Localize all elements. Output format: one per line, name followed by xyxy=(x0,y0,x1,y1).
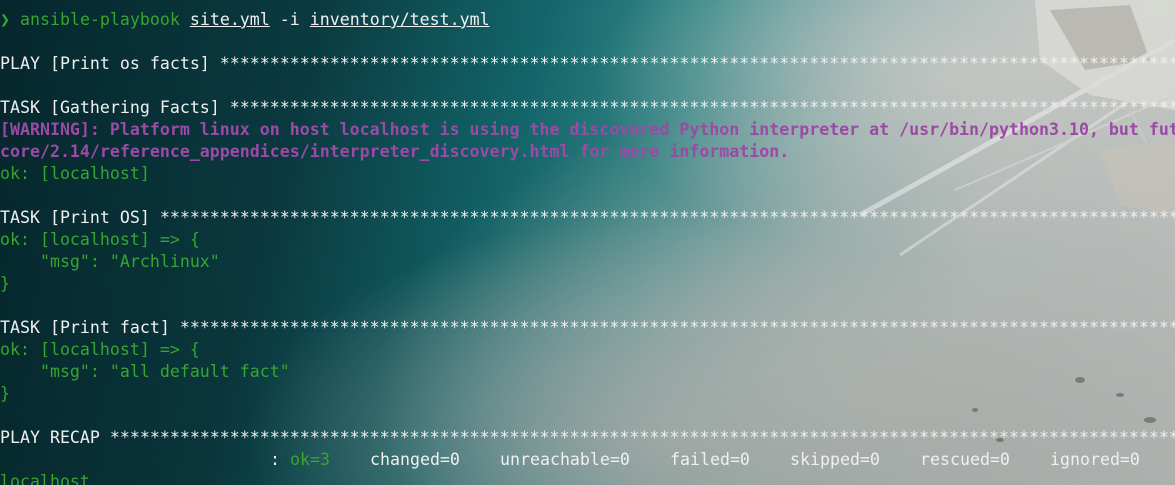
closing-brace-line: } xyxy=(0,274,10,293)
star-separator: ****************************************… xyxy=(179,318,1175,337)
closing-brace-line: } xyxy=(0,384,10,403)
warning-line: [WARNING]: Platform linux on host localh… xyxy=(0,120,1175,139)
warning-line-continued: core/2.14/reference_appendices/interpret… xyxy=(0,142,790,161)
recap-rescued-count: rescued=0 xyxy=(920,450,1010,469)
playbook-argument[interactable]: site.yml xyxy=(190,10,270,29)
recap-skipped-count: skipped=0 xyxy=(790,450,880,469)
task-print-fact-line: TASK [Print fact] **********************… xyxy=(0,317,1175,339)
recap-colon: : xyxy=(270,450,280,469)
play-header-line: PLAY [Print os facts] ******************… xyxy=(0,53,1175,75)
star-separator: ****************************************… xyxy=(219,54,1175,73)
recap-summary-row: localhost : ok=3 changed=0 unreachable=0… xyxy=(0,449,1175,485)
recap-host: localhost xyxy=(0,472,90,485)
star-separator: ****************************************… xyxy=(159,208,1175,227)
recap-ignored-count: ignored=0 xyxy=(1050,450,1140,469)
play-recap-header: PLAY RECAP xyxy=(0,428,110,447)
command-name: ansible-playbook xyxy=(20,10,180,29)
star-separator: ****************************************… xyxy=(229,98,1175,117)
recap-ok-count: ok=3 xyxy=(290,450,330,469)
terminal-output[interactable]: ❯ ansible-playbook site.yml -i inventory… xyxy=(0,0,1175,485)
task-header: TASK [Print OS] xyxy=(0,208,160,227)
recap-unreachable-count: unreachable=0 xyxy=(500,450,630,469)
task-header: TASK [Gathering Facts] xyxy=(0,98,230,117)
inventory-argument[interactable]: inventory/test.yml xyxy=(310,10,490,29)
prompt-arrow-icon: ❯ xyxy=(0,10,10,29)
recap-changed-count: changed=0 xyxy=(370,450,460,469)
recap-failed-count: failed=0 xyxy=(670,450,750,469)
inventory-flag: -i xyxy=(279,10,300,29)
task-print-os-line: TASK [Print OS] ************************… xyxy=(0,207,1175,229)
play-header: PLAY [Print os facts] xyxy=(0,54,220,73)
star-separator: ****************************************… xyxy=(109,428,1175,447)
ok-result-line: ok: [localhost] xyxy=(0,164,150,183)
msg-output-line: "msg": "all default fact" xyxy=(0,362,290,381)
ok-result-line: ok: [localhost] => { xyxy=(0,340,200,359)
msg-output-line: "msg": "Archlinux" xyxy=(0,252,220,271)
command-prompt-line: ❯ ansible-playbook site.yml -i inventory… xyxy=(0,9,490,31)
task-gathering-facts-line: TASK [Gathering Facts] *****************… xyxy=(0,97,1175,119)
ok-result-line: ok: [localhost] => { xyxy=(0,230,200,249)
play-recap-line: PLAY RECAP *****************************… xyxy=(0,427,1175,449)
task-header: TASK [Print fact] xyxy=(0,318,180,337)
